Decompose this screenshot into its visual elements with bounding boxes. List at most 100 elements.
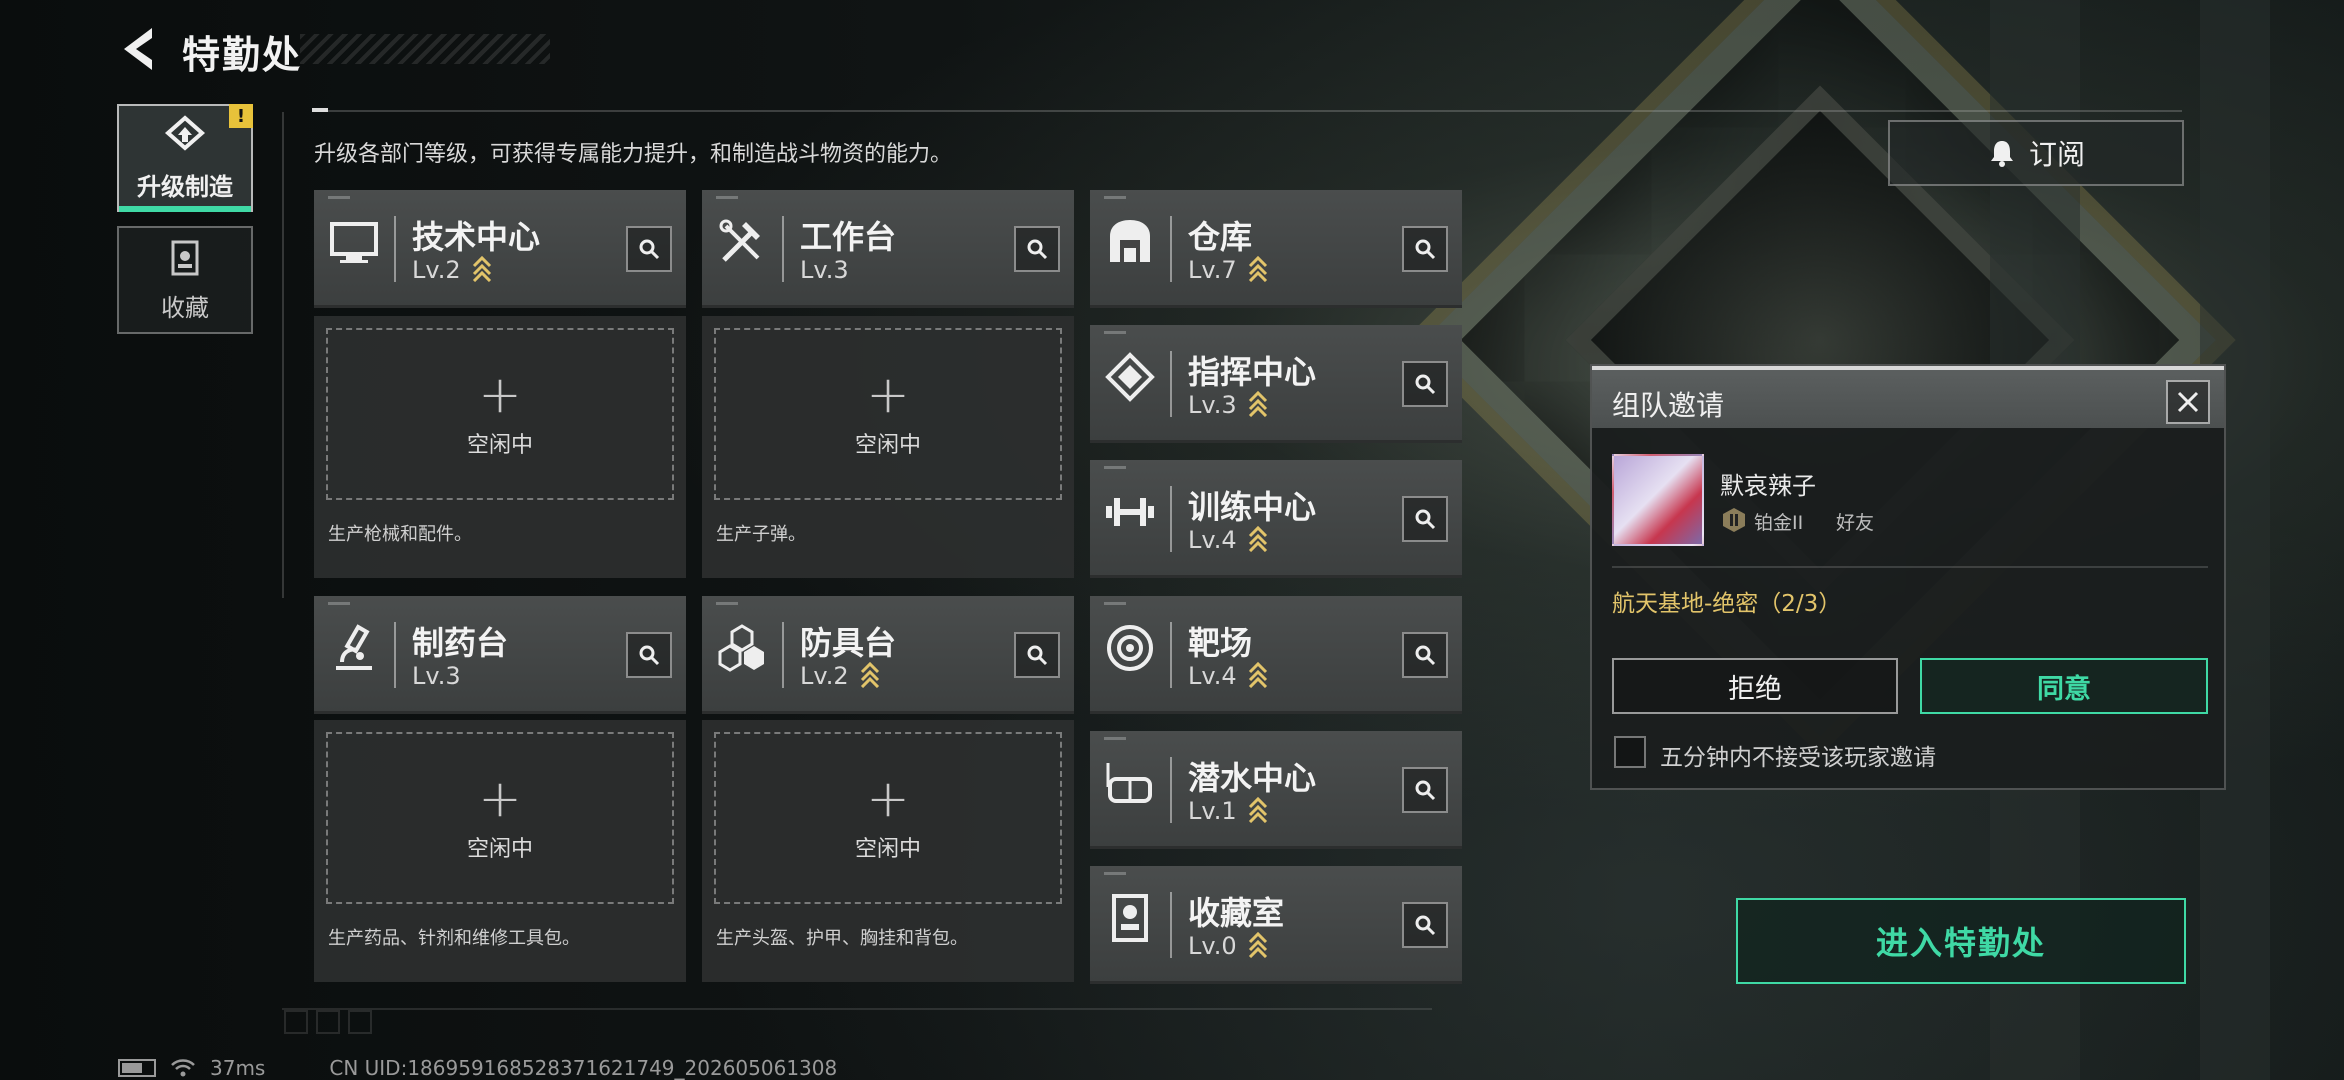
facility-level: Lv.3 bbox=[1188, 391, 1237, 419]
collection-icon bbox=[1112, 894, 1148, 942]
player-name: 默哀辣子 bbox=[1720, 472, 1816, 500]
facility-card-training-center[interactable]: 训练中心 Lv.4 bbox=[1090, 460, 1462, 578]
card-decoration bbox=[716, 602, 738, 605]
decoration bbox=[284, 1010, 308, 1034]
card-divider bbox=[1170, 757, 1172, 823]
armor-icon bbox=[718, 624, 764, 672]
production-slot[interactable]: + 空闲中 生产药品、针剂和维修工具包。 bbox=[314, 720, 686, 982]
facility-search-button[interactable] bbox=[1402, 496, 1448, 542]
facility-name: 潜水中心 bbox=[1188, 759, 1317, 797]
player-avatar[interactable] bbox=[1612, 454, 1704, 546]
facility-name: 技术中心 bbox=[412, 218, 541, 256]
production-slot[interactable]: + 空闲中 生产子弹。 bbox=[702, 316, 1074, 578]
slot-description: 生产枪械和配件。 bbox=[328, 524, 472, 545]
facility-level: Lv.4 bbox=[1188, 526, 1237, 554]
facility-search-button[interactable] bbox=[1014, 632, 1060, 678]
facility-card-pharmacy[interactable]: 制药台 Lv.3 bbox=[314, 596, 686, 714]
slot-status: 空闲中 bbox=[854, 433, 921, 458]
plus-icon: + bbox=[866, 769, 910, 829]
facility-search-button[interactable] bbox=[1402, 226, 1448, 272]
facility-search-button[interactable] bbox=[1402, 902, 1448, 948]
card-divider bbox=[1170, 892, 1172, 958]
slot-description: 生产子弹。 bbox=[716, 524, 806, 545]
subscribe-button[interactable]: 订阅 bbox=[1888, 120, 2184, 186]
player-relation: 好友 bbox=[1836, 512, 1875, 534]
facility-level: Lv.3 bbox=[412, 662, 461, 690]
empty-slot[interactable]: + 空闲中 bbox=[714, 328, 1062, 500]
facility-card-warehouse[interactable]: 仓库 Lv.7 bbox=[1090, 190, 1462, 308]
facility-name: 工作台 bbox=[800, 218, 897, 256]
tools-icon bbox=[719, 219, 760, 262]
search-icon bbox=[1415, 780, 1436, 801]
battery-icon bbox=[118, 1059, 156, 1077]
page-description: 升级各部门等级，可获得专属能力提升，和制造战斗物资的能力。 bbox=[314, 142, 953, 167]
facility-name: 仓库 bbox=[1188, 218, 1253, 256]
card-decoration bbox=[1104, 331, 1126, 334]
facility-level: Lv.0 bbox=[1188, 932, 1237, 960]
slot-status: 空闲中 bbox=[466, 433, 533, 458]
facility-search-button[interactable] bbox=[626, 632, 672, 678]
search-icon bbox=[1027, 239, 1048, 260]
production-slot[interactable]: + 空闲中 生产头盔、护甲、胸挂和背包。 bbox=[702, 720, 1074, 982]
card-decoration bbox=[1104, 602, 1126, 605]
mute-invite-label: 五分钟内不接受该玩家邀请 bbox=[1660, 745, 1936, 771]
facility-card-tech-center[interactable]: 技术中心 Lv.2 bbox=[314, 190, 686, 308]
status-bar: 37ms CN UID:1869591685283716217​49_20260… bbox=[118, 1056, 837, 1080]
nav-label: 升级制造 bbox=[137, 172, 233, 201]
dialog-title: 组队邀请 bbox=[1612, 389, 1725, 422]
facility-level: Lv.1 bbox=[1188, 797, 1237, 825]
facility-card-armor-bench[interactable]: 防具台 Lv.2 bbox=[702, 596, 1074, 714]
card-divider bbox=[394, 622, 396, 688]
chip-icon bbox=[1105, 352, 1155, 402]
facility-search-button[interactable] bbox=[1402, 632, 1448, 678]
card-decoration bbox=[1104, 466, 1126, 469]
uid-readout: CN UID:1869591685283716217​49_2026050613… bbox=[329, 1056, 838, 1080]
facility-search-button[interactable] bbox=[1402, 361, 1448, 407]
facility-search-button[interactable] bbox=[1014, 226, 1060, 272]
close-icon bbox=[2177, 391, 2199, 413]
facility-card-workbench[interactable]: 工作台 Lv.3 bbox=[702, 190, 1074, 308]
facility-card-command-center[interactable]: 指挥中心 Lv.3 bbox=[1090, 325, 1462, 443]
card-decoration bbox=[1104, 872, 1126, 875]
facility-card-shooting-range[interactable]: 靶场 Lv.4 bbox=[1090, 596, 1462, 714]
facility-card-diving-center[interactable]: 潜水中心 Lv.1 bbox=[1090, 731, 1462, 849]
decoration bbox=[316, 1010, 340, 1034]
accept-button[interactable]: 同意 bbox=[1920, 658, 2208, 714]
close-button[interactable] bbox=[2166, 380, 2210, 424]
facility-name: 收藏室 bbox=[1188, 894, 1285, 932]
search-icon bbox=[1415, 915, 1436, 936]
enter-special-ops-button[interactable]: 进入特勤处 bbox=[1736, 898, 2186, 984]
team-invite-dialog: 组队邀请 默哀辣子 铂金II 好友 航天基地-绝密（2/3） 拒绝 同意 五分钟… bbox=[1590, 364, 2226, 790]
slot-description: 生产药品、针剂和维修工具包。 bbox=[328, 928, 580, 949]
upgrade-icon bbox=[164, 114, 206, 151]
facility-name: 制药台 bbox=[412, 624, 509, 662]
production-slot[interactable]: + 空闲中 生产枪械和配件。 bbox=[314, 316, 686, 578]
upgrade-available-icon bbox=[1248, 661, 1268, 688]
mute-invite-checkbox[interactable] bbox=[1614, 736, 1646, 768]
card-divider bbox=[782, 216, 784, 282]
plus-icon: + bbox=[478, 365, 522, 425]
empty-slot[interactable]: + 空闲中 bbox=[326, 328, 674, 500]
facility-search-button[interactable] bbox=[1402, 767, 1448, 813]
bell-icon bbox=[1990, 141, 2013, 167]
diving-mask-icon bbox=[1106, 763, 1152, 803]
card-decoration bbox=[1104, 737, 1126, 740]
empty-slot[interactable]: + 空闲中 bbox=[714, 732, 1062, 904]
empty-slot[interactable]: + 空闲中 bbox=[326, 732, 674, 904]
upgrade-available-icon bbox=[472, 255, 492, 282]
refuse-button[interactable]: 拒绝 bbox=[1612, 658, 1898, 714]
title-decoration bbox=[300, 34, 550, 64]
alert-badge: ! bbox=[229, 104, 253, 128]
facility-level: Lv.3 bbox=[800, 256, 849, 284]
search-icon bbox=[639, 239, 660, 260]
facility-search-button[interactable] bbox=[626, 226, 672, 272]
divider bbox=[282, 1008, 1432, 1010]
facility-name: 训练中心 bbox=[1188, 488, 1317, 526]
nav-collection[interactable]: 收藏 bbox=[117, 226, 253, 334]
plus-icon: + bbox=[866, 365, 910, 425]
nav-upgrade-manufacture[interactable]: 升级制造 ! bbox=[117, 104, 253, 212]
back-arrow-icon[interactable] bbox=[118, 26, 158, 72]
facility-level: Lv.2 bbox=[800, 662, 849, 690]
dumbbell-icon bbox=[1106, 498, 1154, 526]
facility-card-collection-room[interactable]: 收藏室 Lv.0 bbox=[1090, 866, 1462, 984]
